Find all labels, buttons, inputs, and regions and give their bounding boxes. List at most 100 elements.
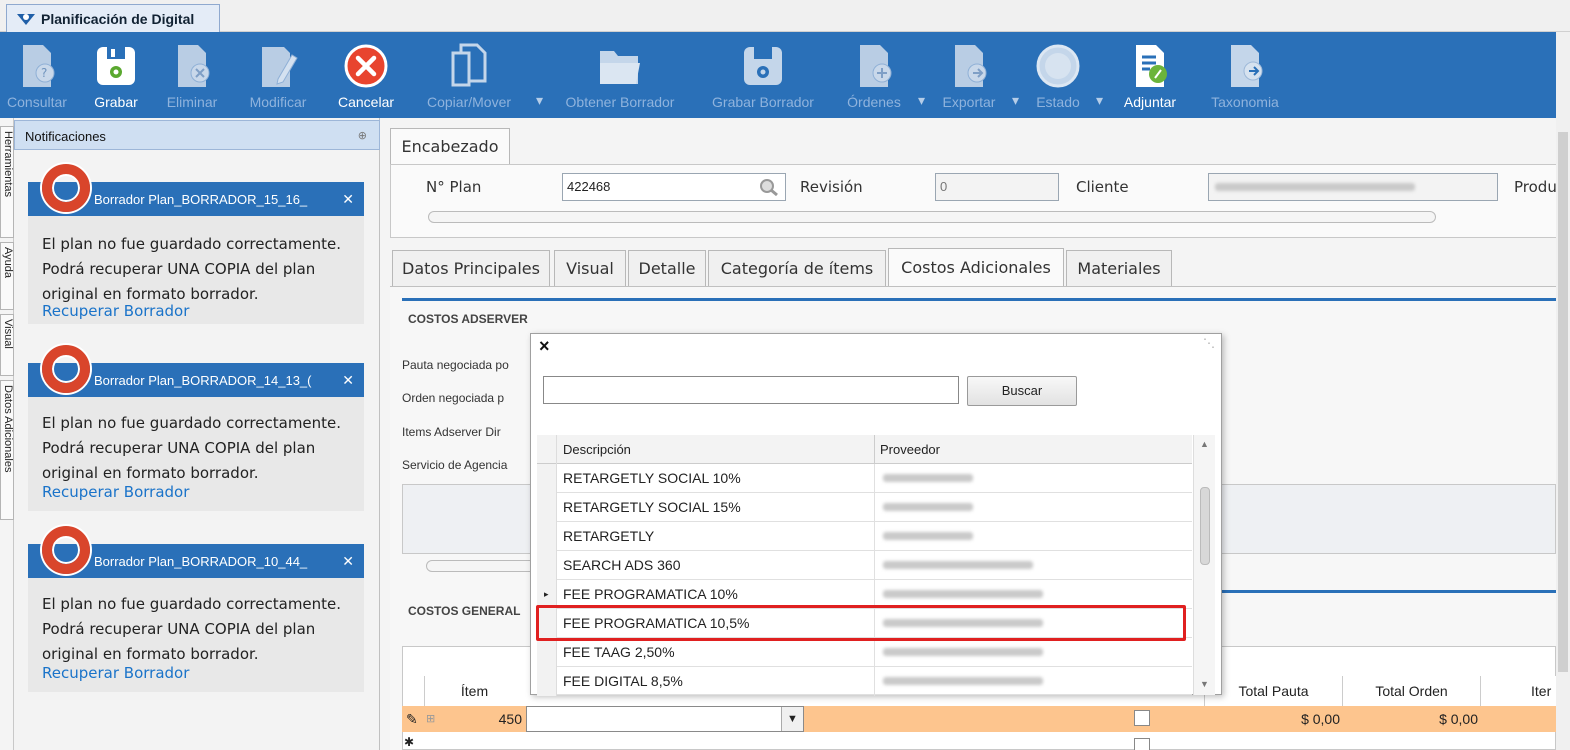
lookup-grid-header: Descripción Proveedor [537,435,1192,464]
redacted-value [883,677,1043,685]
cliente-label: Cliente [1076,178,1129,196]
section-divider [1222,590,1556,593]
lookup-row[interactable]: FEE TAAG 2,50% [537,638,1192,667]
combo-arrow-icon[interactable]: ▼ [781,707,803,731]
side-tab-visual[interactable]: Visual [0,314,14,376]
close-icon[interactable]: ✕ [342,553,354,570]
lookup-row[interactable]: RETARGETLY [537,522,1192,551]
column-header-descripcion[interactable]: Descripción [563,442,631,457]
header-hscroll[interactable] [428,211,1436,223]
modificar-button[interactable]: Modificar [238,32,318,118]
adserver-hscroll[interactable] [426,560,536,572]
tab-visual[interactable]: Visual [554,250,626,286]
total-orden-cell: $ 0,00 [1439,711,1478,727]
adjuntar-button[interactable]: Adjuntar [1114,32,1186,118]
tab-datos-principales[interactable]: Datos Principales [392,250,550,286]
side-tab-ayuda[interactable]: Ayuda [0,242,14,310]
row-checkbox[interactable] [1134,738,1150,750]
revision-field[interactable]: 0 [935,173,1059,201]
notification-title: Borrador Plan_BORRADOR_15_16_ [94,191,308,207]
costos-generales-title: COSTOS GENERAL [408,604,521,618]
attach-icon [1136,45,1167,87]
doc-edit-icon [262,47,298,87]
close-icon[interactable]: ✕ [342,372,354,389]
redacted-value [883,474,973,482]
taxonomia-button[interactable]: Taxonomia [1200,32,1290,118]
column-header-item[interactable]: Ítem [424,676,524,706]
tab-categoria-items[interactable]: Categoría de ítems [708,250,886,286]
side-tab-datos-adicionales[interactable]: Datos Adicionales [0,380,14,520]
row-checkbox[interactable] [1134,710,1150,726]
lookup-row[interactable]: RETARGETLY SOCIAL 10% [537,464,1192,493]
redacted-value [1215,183,1415,191]
dropdown-arrow[interactable]: ▾ [1096,92,1103,109]
column-header-total-pauta[interactable]: Total Pauta [1204,676,1342,706]
lookup-row[interactable]: SEARCH ADS 360 [537,551,1192,580]
doc-arrow-icon [1231,45,1263,87]
notification-message: El plan no fue guardado correctamente. P… [42,235,342,303]
copy-icon [451,43,487,87]
tab-detalle[interactable]: Detalle [628,250,706,286]
tab-materiales[interactable]: Materiales [1066,250,1172,286]
redacted-value [883,503,973,511]
side-tab-herramientas[interactable]: Herramientas [0,126,14,238]
side-tab-strip: Herramientas Ayuda Visual Datos Adiciona… [0,118,14,750]
estado-button[interactable]: Estado [1028,32,1088,118]
redacted-value [883,590,1043,598]
eliminar-button[interactable]: Eliminar [158,32,226,118]
tab-encabezado[interactable]: Encabezado [390,128,510,164]
lookup-row[interactable]: FEE DIGITAL 8,5% [537,667,1192,696]
column-header-total-orden[interactable]: Total Orden [1342,676,1480,706]
search-icon[interactable] [759,178,779,196]
scroll-down-icon[interactable]: ▼ [1200,679,1209,689]
grabar-borrador-button[interactable]: Grabar Borrador [700,32,826,118]
scrollbar-thumb[interactable] [1200,487,1210,565]
app-logo-icon [17,13,35,25]
column-header-proveedor[interactable]: Proveedor [874,435,945,464]
pin-icon[interactable]: ⊕ [358,129,367,142]
dropdown-arrow[interactable]: ▾ [536,92,543,109]
dropdown-arrow[interactable]: ▾ [918,92,925,109]
adserver-row-label: Orden negociada p [402,391,505,405]
dropdown-arrow[interactable]: ▾ [1012,92,1019,109]
document-tab[interactable]: Planificación de Digital [6,4,220,32]
new-row-marker-icon: ✱ [404,735,415,749]
description-combo[interactable]: ▼ [526,706,804,732]
tab-costos-adicionales[interactable]: Costos Adicionales [888,248,1064,286]
column-header-items[interactable]: Iter [1480,676,1556,706]
scrollbar-thumb[interactable] [1558,132,1568,672]
obtener-borrador-button[interactable]: Obtener Borrador [554,32,686,118]
window-scrollbar[interactable] [1556,32,1570,750]
copiar-mover-button[interactable]: Copiar/Mover [414,32,524,118]
buscar-button[interactable]: Buscar [967,376,1077,406]
lookup-grid: Descripción Proveedor RETARGETLY SOCIAL … [537,435,1192,696]
grabar-button[interactable]: Grabar [88,32,144,118]
lookup-row[interactable]: RETARGETLY SOCIAL 15% [537,493,1192,522]
lookup-search-input[interactable] [543,376,959,404]
scroll-up-icon[interactable]: ▲ [1200,439,1209,449]
cliente-field[interactable] [1208,173,1498,201]
section-divider [402,298,1556,301]
recuperar-borrador-link[interactable]: Recuperar Borrador [42,483,189,501]
close-icon[interactable]: × [539,336,550,357]
plan-number-field[interactable]: 422468 [562,173,786,201]
total-pauta-cell: $ 0,00 [1301,711,1340,727]
recuperar-borrador-link[interactable]: Recuperar Borrador [42,664,189,682]
doc-question-icon: ? [23,45,55,87]
close-icon[interactable]: ✕ [342,191,354,208]
document-tab-bar [0,0,1570,32]
consultar-button[interactable]: ? Consultar [0,32,74,118]
lookup-vscroll[interactable]: ▲ ▼ [1193,435,1215,695]
adserver-row-label: Items Adserver Dir [402,425,501,439]
producto-label: Produ [1514,178,1557,196]
expand-icon[interactable]: ⊞ [426,706,435,732]
exportar-button[interactable]: Exportar [934,32,1004,118]
resize-grip-icon[interactable]: ⋱ [1203,336,1215,350]
ordenes-button[interactable]: Órdenes [838,32,910,118]
item-cell[interactable]: 450 [440,706,522,732]
costos-adserver-title: COSTOS ADSERVER [408,312,528,326]
recuperar-borrador-link[interactable]: Recuperar Borrador [42,302,189,320]
notification-title: Borrador Plan_BORRADOR_10_44_ [94,553,308,569]
folder-open-icon [600,51,640,84]
cancelar-button[interactable]: Cancelar [330,32,402,118]
